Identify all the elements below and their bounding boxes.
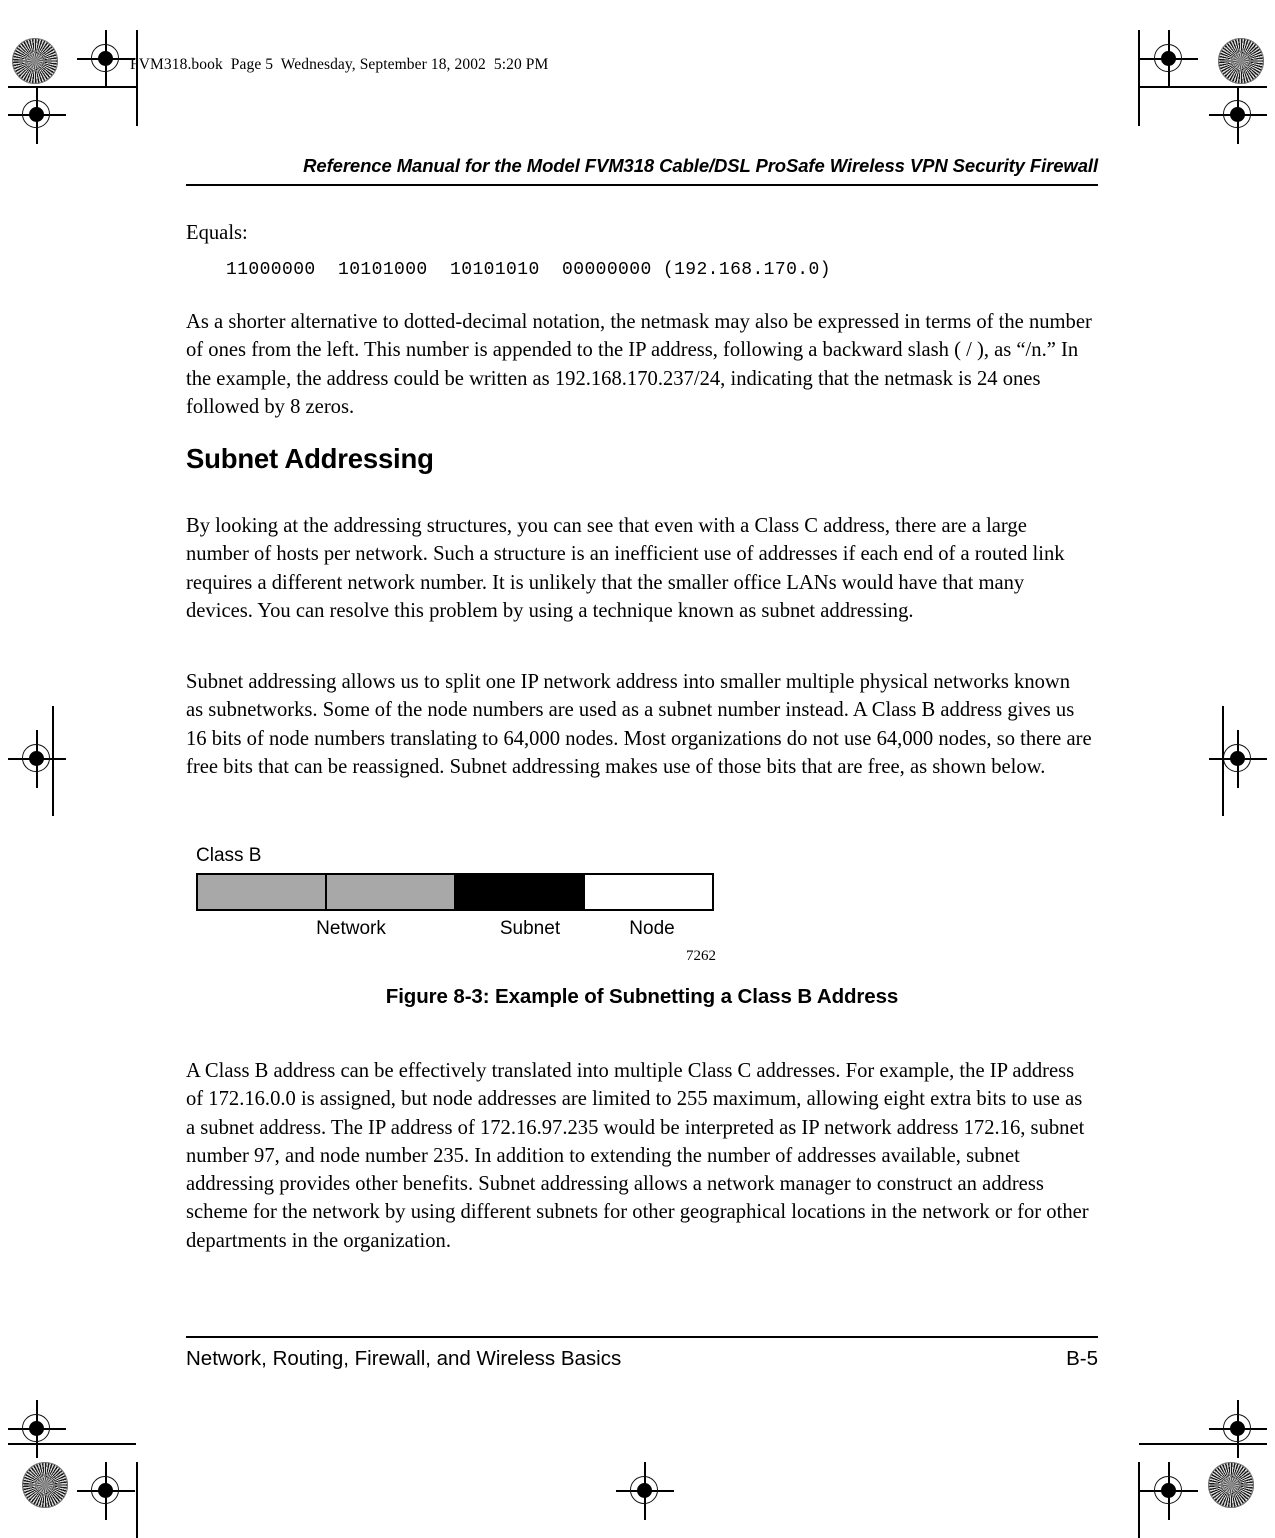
header-rule	[186, 184, 1098, 186]
figure-artwork-number: 7262	[686, 948, 716, 964]
trim-line	[1138, 1462, 1140, 1538]
figure-label-subnet: Subnet	[499, 918, 561, 939]
figure-caption: Figure 8-3: Example of Subnetting a Clas…	[385, 985, 899, 1008]
starburst-mark	[1208, 1462, 1254, 1508]
trim-line	[136, 1462, 138, 1538]
section-heading-subnet-addressing: Subnet Addressing	[186, 443, 434, 474]
footer-rule	[186, 1336, 1098, 1338]
paragraph-subnet-split: Subnet addressing allows us to split one…	[186, 671, 1092, 778]
crosshair-mark	[8, 730, 66, 788]
trim-line	[8, 1443, 136, 1445]
paragraph-class-c-hosts: By looking at the addressing structures,…	[186, 515, 1065, 622]
address-bit-field-bar	[196, 873, 714, 911]
starburst-mark	[22, 1462, 68, 1508]
trim-line	[1222, 706, 1224, 816]
crosshair-mark	[1209, 1400, 1267, 1458]
crosshair-mark	[77, 1462, 135, 1520]
trim-line	[52, 706, 54, 816]
crosshair-mark	[1140, 1462, 1198, 1520]
crosshair-mark	[1140, 30, 1198, 88]
paragraph-netmask-notation: As a shorter alternative to dotted-decim…	[186, 311, 1092, 418]
figure-label-network: Network	[316, 918, 386, 939]
trim-line	[1138, 30, 1140, 126]
segment-subnet-byte	[454, 875, 583, 909]
document-page: FVM318.book Page 5 Wednesday, September …	[0, 0, 1275, 1538]
equals-label: Equals:	[186, 222, 248, 244]
trim-line	[8, 86, 136, 88]
figure-label-node: Node	[629, 918, 675, 939]
crosshair-mark	[1209, 86, 1267, 144]
segment-node-byte	[583, 875, 712, 909]
running-header-title: Reference Manual for the Model FVM318 Ca…	[303, 155, 1098, 176]
segment-network-byte-1	[198, 875, 325, 909]
trim-line	[136, 30, 138, 126]
crosshair-mark	[77, 30, 135, 88]
figure-class-label: Class B	[196, 845, 262, 866]
crosshair-mark	[616, 1462, 674, 1520]
crosshair-mark	[8, 1400, 66, 1458]
trim-line	[1139, 1443, 1267, 1445]
footer-page-number: B-5	[1066, 1347, 1098, 1370]
starburst-mark	[12, 38, 58, 84]
crosshair-mark	[1209, 730, 1267, 788]
trim-line	[1139, 86, 1267, 88]
segment-network-byte-2	[325, 875, 454, 909]
binary-netmask-code: 11000000 10101000 10101010 00000000 (192…	[226, 260, 831, 280]
file-banner: FVM318.book Page 5 Wednesday, September …	[130, 56, 549, 73]
starburst-mark	[1218, 38, 1264, 84]
paragraph-class-b-translation: A Class B address can be effectively tra…	[186, 1060, 1089, 1252]
crosshair-mark	[8, 86, 66, 144]
